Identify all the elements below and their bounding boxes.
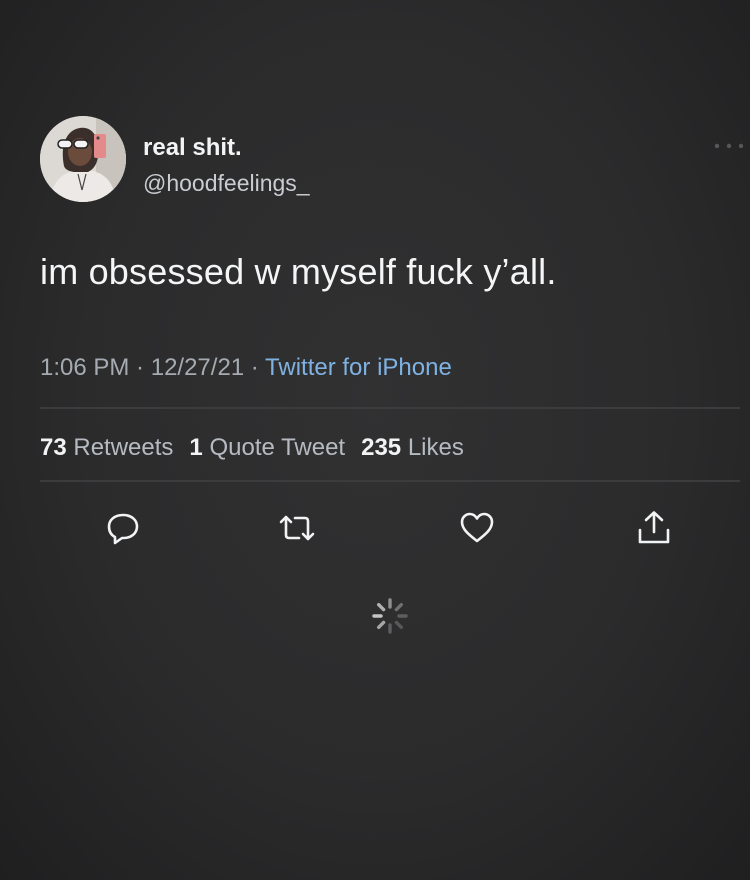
- divider: [40, 480, 740, 482]
- tweet-time[interactable]: 1:06 PM: [40, 354, 129, 381]
- retweets-label: Retweets: [73, 434, 174, 461]
- loading-spinner-icon: [372, 598, 408, 634]
- likes-stat[interactable]: 235 Likes: [361, 434, 464, 461]
- retweets-count: 73: [40, 434, 67, 461]
- avatar[interactable]: [40, 116, 126, 202]
- likes-label: Likes: [407, 434, 464, 461]
- tweet-meta: 1:06 PM · 12/27/21 · Twitter for iPhone: [40, 354, 452, 382]
- meta-separator: ·: [129, 354, 151, 381]
- avatar-image: [40, 116, 126, 202]
- reply-button[interactable]: [101, 506, 145, 550]
- author-display-name[interactable]: real shit.: [143, 134, 242, 162]
- quote-tweets-stat[interactable]: 1 Quote Tweet: [189, 434, 345, 461]
- quote-tweets-label: Quote Tweet: [209, 434, 346, 461]
- retweets-stat[interactable]: 73 Retweets: [40, 434, 173, 461]
- heart-icon: [460, 512, 494, 543]
- tweet-source-link[interactable]: Twitter for iPhone: [265, 354, 452, 381]
- author-handle[interactable]: @hoodfeelings_: [143, 170, 310, 197]
- tweet-text: im obsessed w myself fuck y’all.: [40, 251, 557, 292]
- like-button[interactable]: [455, 506, 499, 550]
- more-options-icon[interactable]: [712, 140, 746, 152]
- speech-bubble-icon: [107, 513, 139, 545]
- retweet-button[interactable]: [275, 506, 319, 550]
- tweet-stats: 73 Retweets 1 Quote Tweet 235 Likes: [40, 434, 464, 462]
- tweet-date[interactable]: 12/27/21: [151, 354, 244, 381]
- likes-count: 235: [361, 434, 402, 461]
- divider: [40, 407, 740, 409]
- meta-separator: ·: [244, 354, 266, 381]
- quote-tweets-count: 1: [189, 434, 203, 461]
- share-button[interactable]: [632, 506, 676, 550]
- retweet-arrows-icon: [279, 515, 315, 541]
- share-upload-icon: [638, 511, 670, 544]
